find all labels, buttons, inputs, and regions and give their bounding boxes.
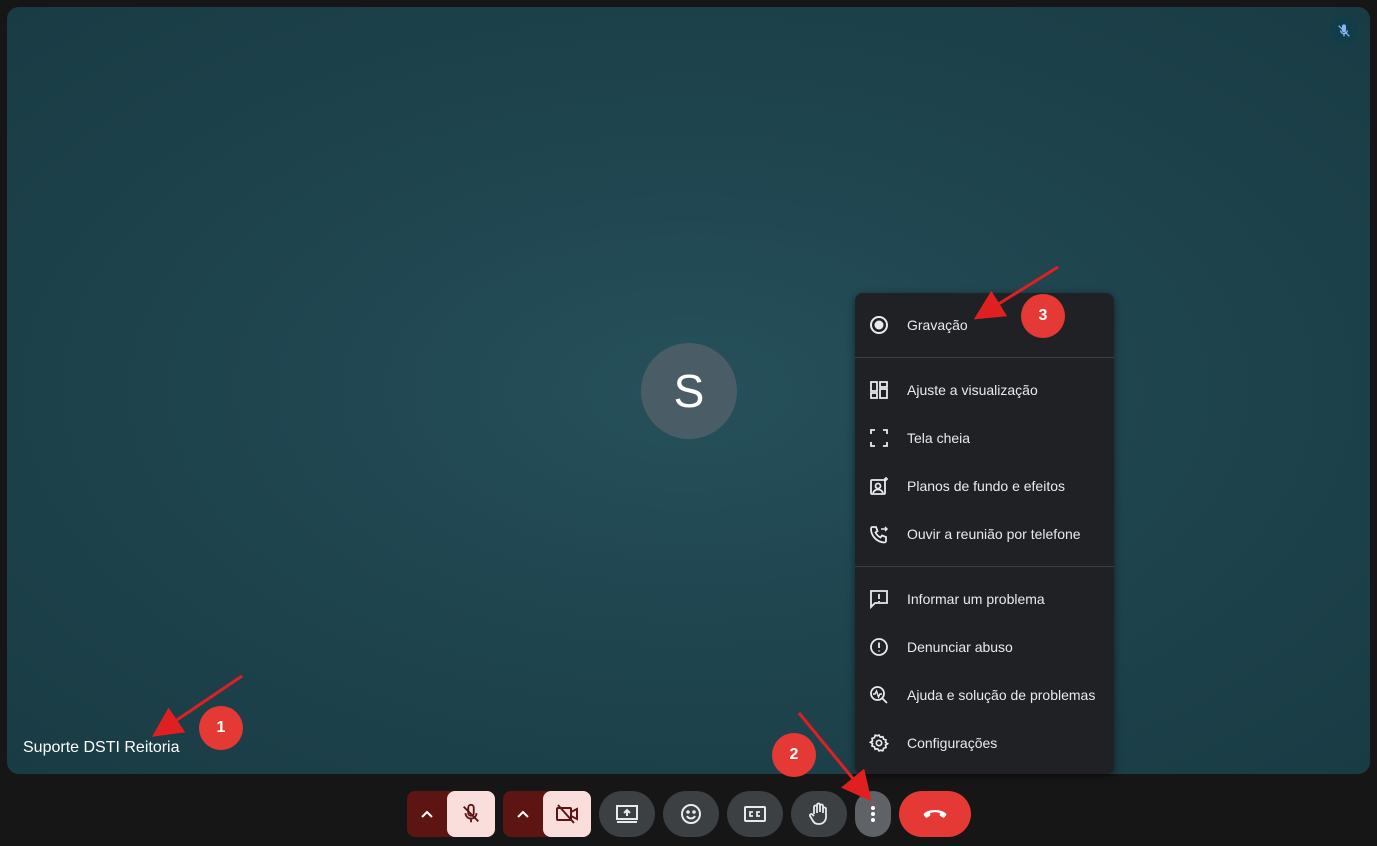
menu-item-backgrounds[interactable]: Planos de fundo e efeitos bbox=[855, 462, 1114, 510]
video-stage: S Suporte DSTI Reitoria bbox=[7, 7, 1370, 774]
menu-item-label: Ajuste a visualização bbox=[907, 382, 1038, 398]
hang-up-icon bbox=[923, 810, 947, 818]
menu-item-adjust-view[interactable]: Ajuste a visualização bbox=[855, 366, 1114, 414]
raise-hand-button[interactable] bbox=[791, 791, 847, 837]
more-options-button[interactable] bbox=[855, 791, 891, 837]
more-vert-icon bbox=[871, 806, 875, 822]
menu-item-label: Tela cheia bbox=[907, 430, 971, 446]
phone-forward-icon bbox=[868, 523, 890, 545]
annotation-badge-2: 2 bbox=[772, 733, 816, 777]
menu-divider bbox=[855, 357, 1114, 358]
mic-off-icon bbox=[463, 803, 479, 823]
background-effects-icon bbox=[868, 475, 890, 497]
mic-off-icon bbox=[1338, 24, 1350, 37]
participant-name: Suporte DSTI Reitoria bbox=[23, 739, 180, 756]
mic-off-indicator bbox=[1330, 17, 1358, 45]
mic-options-button[interactable] bbox=[407, 791, 447, 837]
camera-options-button[interactable] bbox=[503, 791, 543, 837]
present-screen-icon bbox=[616, 805, 638, 823]
menu-item-settings[interactable]: Configurações bbox=[855, 719, 1114, 767]
menu-item-label: Informar um problema bbox=[907, 591, 1045, 607]
more-options-menu: Gravação Ajuste a visualização Tela chei… bbox=[855, 293, 1114, 774]
present-screen-button[interactable] bbox=[599, 791, 655, 837]
annotation-badge-3: 3 bbox=[1021, 294, 1065, 338]
camera-control-group bbox=[503, 791, 591, 837]
menu-item-label: Planos de fundo e efeitos bbox=[907, 478, 1066, 494]
reactions-button[interactable] bbox=[663, 791, 719, 837]
mic-control-group bbox=[407, 791, 495, 837]
emoji-icon bbox=[681, 804, 701, 824]
camera-toggle-button[interactable] bbox=[543, 791, 591, 837]
menu-item-phone-audio[interactable]: Ouvir a reunião por telefone bbox=[855, 510, 1114, 558]
menu-item-label: Configurações bbox=[907, 735, 998, 751]
captions-icon bbox=[744, 806, 766, 822]
menu-item-label: Gravação bbox=[907, 317, 968, 333]
hand-icon bbox=[809, 802, 827, 825]
annotation-badge-1: 1 bbox=[199, 706, 243, 750]
chevron-up-icon bbox=[517, 810, 529, 818]
menu-item-report-abuse[interactable]: Denunciar abuso bbox=[855, 623, 1114, 671]
help-troubleshoot-icon bbox=[868, 684, 890, 706]
settings-icon bbox=[868, 732, 890, 754]
feedback-icon bbox=[868, 588, 890, 610]
menu-item-report-problem[interactable]: Informar um problema bbox=[855, 575, 1114, 623]
chevron-up-icon bbox=[421, 810, 433, 818]
fullscreen-icon bbox=[868, 427, 890, 449]
menu-item-label: Denunciar abuso bbox=[907, 639, 1013, 655]
record-icon bbox=[868, 314, 890, 336]
captions-button[interactable] bbox=[727, 791, 783, 837]
camera-off-icon bbox=[556, 804, 578, 824]
menu-item-label: Ajuda e solução de problemas bbox=[907, 687, 1096, 703]
avatar-initial: S bbox=[673, 365, 705, 417]
mic-toggle-button[interactable] bbox=[447, 791, 495, 837]
menu-item-label: Ouvir a reunião por telefone bbox=[907, 526, 1081, 542]
leave-call-button[interactable] bbox=[899, 791, 971, 837]
menu-item-fullscreen[interactable]: Tela cheia bbox=[855, 414, 1114, 462]
layout-icon bbox=[868, 379, 890, 401]
menu-divider bbox=[855, 566, 1114, 567]
menu-item-help[interactable]: Ajuda e solução de problemas bbox=[855, 671, 1114, 719]
report-icon bbox=[868, 636, 890, 658]
avatar: S bbox=[641, 343, 737, 439]
menu-item-recording[interactable]: Gravação bbox=[855, 301, 1114, 349]
